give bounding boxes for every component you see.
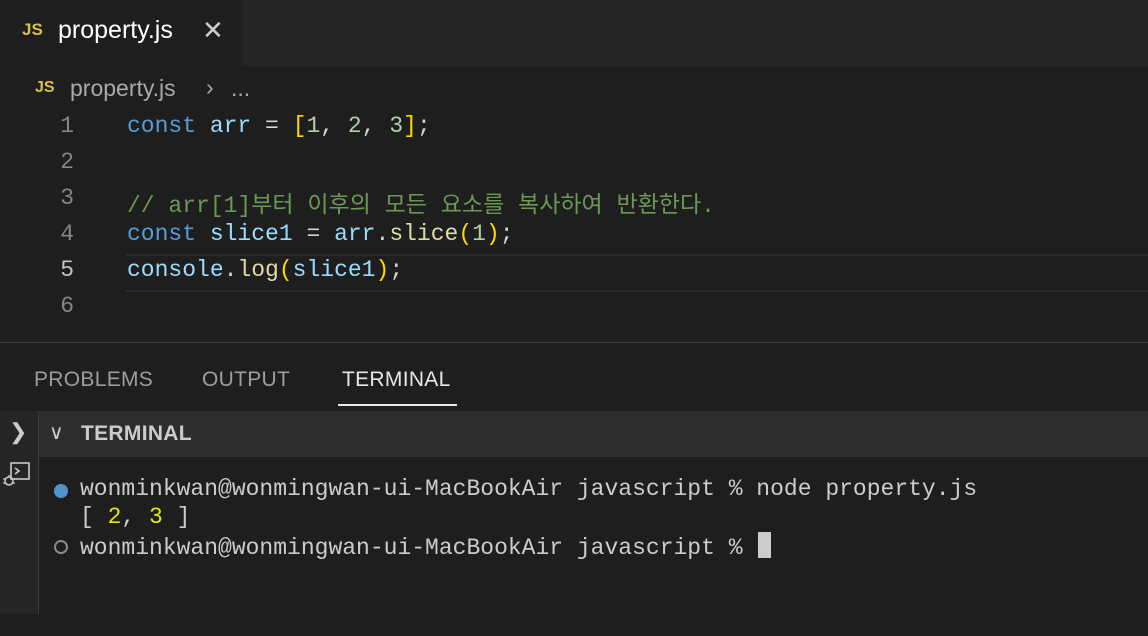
- terminal-line: wonminkwan@wonmingwan-ui-MacBookAir java…: [39, 532, 1148, 562]
- terminal-output-text: [ 2, 3 ]: [80, 504, 191, 530]
- terminal-cursor: [758, 532, 772, 558]
- line-number: 3: [60, 185, 74, 211]
- breadcrumb-more[interactable]: ...: [231, 75, 250, 102]
- code-text: const arr = [1, 2, 3];: [127, 113, 431, 139]
- tab-label: property.js: [58, 16, 173, 44]
- code-text: console.log(slice1);: [127, 257, 404, 283]
- code-text: const slice1 = arr.slice(1);: [127, 221, 514, 247]
- line-number: 2: [60, 149, 74, 175]
- terminal-line: wonminkwan@wonmingwan-ui-MacBookAir java…: [39, 476, 1148, 506]
- terminal-output[interactable]: wonminkwan@wonmingwan-ui-MacBookAir java…: [39, 457, 1148, 614]
- breadcrumb-file[interactable]: property.js: [70, 75, 176, 102]
- tab-output[interactable]: OUTPUT: [202, 368, 290, 392]
- panel-tab-bar: PROBLEMS OUTPUT TERMINAL: [0, 343, 1148, 411]
- active-tab-indicator: [338, 404, 457, 406]
- command-success-icon[interactable]: [54, 484, 68, 498]
- code-line-active: 5 console.log(slice1);: [0, 254, 1148, 292]
- editor-tab-bar: JS property.js ✕: [0, 0, 1148, 66]
- terminal-line: [ 2, 3 ]: [39, 504, 1148, 534]
- breadcrumb: JS property.js › ...: [0, 66, 1148, 110]
- close-icon[interactable]: ✕: [202, 15, 224, 45]
- terminal-section-header[interactable]: ∨ TERMINAL: [39, 411, 1148, 457]
- tab-terminal[interactable]: TERMINAL: [342, 368, 451, 392]
- chevron-down-icon[interactable]: ∨: [49, 420, 64, 445]
- javascript-file-icon: JS: [22, 20, 43, 39]
- code-editor[interactable]: 1 const arr = [1, 2, 3]; 2 3 // arr[1]부터…: [0, 110, 1148, 342]
- chevron-right-icon[interactable]: ❯: [9, 419, 27, 445]
- panel-side-strip: ❯: [0, 411, 39, 614]
- code-line: 3 // arr[1]부터 이후의 모든 요소를 복사하여 반환한다.: [0, 182, 1148, 219]
- code-line: 4 const slice1 = arr.slice(1);: [0, 218, 1148, 254]
- code-line: 2: [0, 146, 1148, 182]
- terminal-prompt: wonminkwan@wonmingwan-ui-MacBookAir java…: [80, 532, 772, 561]
- code-comment: // arr[1]부터 이후의 모든 요소를 복사하여 반환한다.: [127, 193, 715, 219]
- terminal-command: wonminkwan@wonmingwan-ui-MacBookAir java…: [80, 476, 978, 502]
- line-number: 1: [60, 113, 74, 139]
- javascript-file-icon: JS: [35, 79, 55, 96]
- code-line: 6: [0, 290, 1148, 326]
- tab-property-js[interactable]: JS property.js ✕: [0, 0, 242, 66]
- code-line: 1 const arr = [1, 2, 3];: [0, 110, 1148, 146]
- chevron-right-icon: ›: [206, 74, 214, 100]
- line-number: 4: [60, 221, 74, 247]
- line-number: 6: [60, 293, 74, 319]
- command-pending-icon[interactable]: [54, 540, 68, 554]
- line-number: 5: [60, 257, 74, 283]
- tab-problems[interactable]: PROBLEMS: [34, 368, 153, 392]
- terminal-title: TERMINAL: [81, 422, 192, 445]
- debug-console-icon[interactable]: [2, 459, 32, 494]
